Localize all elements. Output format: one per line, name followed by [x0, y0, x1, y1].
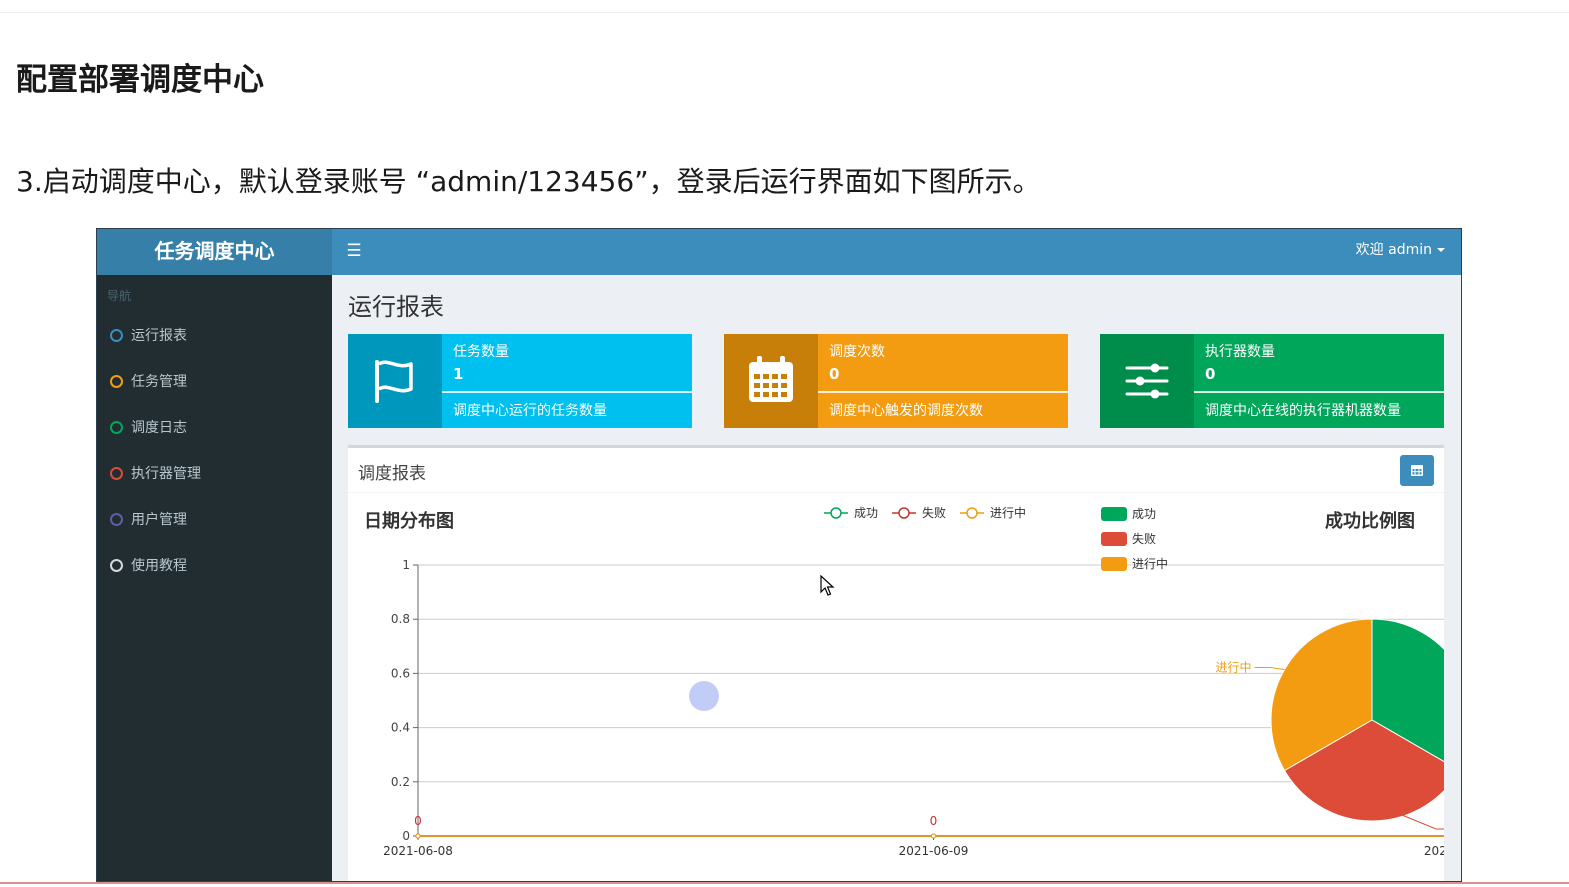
info-box-value: 1: [453, 365, 464, 383]
document-heading: 配置部署调度中心: [16, 62, 264, 98]
pie-label-line: [1401, 814, 1444, 830]
y-tick-label: 0.2: [391, 775, 410, 789]
circle-icon: [110, 329, 123, 342]
pie-legend-label: 进行中: [1132, 556, 1168, 571]
sidebar-item-label: 调度日志: [131, 420, 187, 436]
sidebar-item-dashboard[interactable]: 运行报表: [97, 313, 332, 357]
sidebar-item-label: 任务管理: [131, 374, 187, 390]
info-box-title: 执行器数量: [1205, 344, 1275, 360]
info-box-triggers: 调度次数 0 调度中心触发的调度次数: [724, 334, 1068, 428]
pie-legend-label: 成功: [1132, 507, 1156, 521]
info-box-content: 调度次数 0 调度中心触发的调度次数: [818, 334, 1068, 428]
sidebar-item-jobs[interactable]: 任务管理: [97, 359, 332, 403]
sidebar-item-users[interactable]: 用户管理: [97, 497, 332, 541]
sidebar-item-label: 执行器管理: [131, 466, 201, 482]
sidebar-item-help[interactable]: 使用教程: [97, 543, 332, 587]
sidebar-toggle-icon[interactable]: ☰: [344, 239, 364, 263]
legend-marker: [966, 507, 978, 519]
pie-label-line: [1254, 667, 1285, 670]
circle-icon: [110, 559, 123, 572]
info-box-content: 执行器数量 0 调度中心在线的执行器机器数量: [1194, 334, 1444, 428]
info-box-title: 任务数量: [453, 344, 509, 360]
sidebar-header: 导航: [107, 289, 132, 303]
info-box-executors: 执行器数量 0 调度中心在线的执行器机器数量: [1100, 334, 1444, 428]
info-box-description: 调度中心运行的任务数量: [453, 403, 607, 419]
info-box-content: 任务数量 1 调度中心运行的任务数量: [442, 334, 692, 428]
info-box-divider: [442, 391, 692, 393]
pie-legend-swatch: [1101, 532, 1127, 546]
info-box-value: 0: [829, 365, 840, 383]
legend-label: 失败: [922, 505, 946, 520]
info-box-description: 调度中心在线的执行器机器数量: [1205, 403, 1401, 419]
charts-canvas: 0 0.2 0.4 0.6 0.8 1 2021-06-08 2021-06-09 2021-0…: [383, 505, 1444, 858]
data-point: [415, 833, 421, 839]
top-navbar: 任务调度中心 ☰ 欢迎 admin: [97, 229, 1461, 275]
info-box-divider: [1194, 391, 1444, 393]
legend-marker: [830, 507, 842, 519]
bottom-divider: [0, 882, 1569, 884]
y-tick-label: 0.8: [391, 612, 410, 626]
caret-down-icon: [1437, 248, 1445, 252]
app-window: 任务调度中心 ☰ 欢迎 admin 导航 运行报表 任务管理 调度日志 执行器管…: [96, 228, 1462, 882]
pie-legend-swatch: [1101, 557, 1127, 571]
page-title: 运行报表: [348, 293, 444, 321]
x-tick-label: 2021-06-09: [899, 844, 969, 858]
circle-icon: [110, 467, 123, 480]
sidebar-item-label: 使用教程: [131, 558, 187, 574]
y-tick-label: 0: [402, 829, 410, 843]
main-content: 运行报表 任务数量 1 调度中心运行的任务数量 调度次数 0 调度中心触发的调度…: [332, 275, 1461, 881]
info-box-title: 调度次数: [829, 344, 885, 360]
info-box-icon-area: [348, 334, 442, 428]
circle-icon: [110, 513, 123, 526]
legend-label: 成功: [854, 506, 878, 520]
user-menu-label: 欢迎 admin: [1355, 242, 1432, 258]
y-tick-label: 0.6: [391, 666, 410, 680]
sidebar-item-executors[interactable]: 执行器管理: [97, 451, 332, 495]
info-box-icon-area: [1100, 334, 1194, 428]
sliders-icon: [1125, 363, 1169, 399]
sidebar-item-label: 运行报表: [131, 328, 187, 344]
x-tick-label: 2021-06-08: [383, 844, 453, 858]
info-box-value: 0: [1205, 365, 1216, 383]
y-tick-label: 1: [402, 558, 410, 572]
x-tick-label: 2021-06: [1424, 844, 1444, 858]
circle-icon: [110, 421, 123, 434]
legend-marker: [898, 507, 910, 519]
info-box-divider: [818, 391, 1068, 393]
info-box-icon-area: [724, 334, 818, 428]
data-label: 0: [930, 814, 938, 828]
info-box-description: 调度中心触发的调度次数: [829, 403, 983, 419]
pie-legend-swatch: [1101, 507, 1127, 521]
data-label: 0: [414, 814, 422, 828]
sidebar-item-logs[interactable]: 调度日志: [97, 405, 332, 449]
report-panel: 调度报表 日期分布图 成功比例图 0 0.2 0.4 0.6 0.8 1 2021-06-0…: [348, 445, 1444, 881]
pie-legend-label: 失败: [1132, 531, 1156, 546]
y-tick-label: 0.4: [391, 721, 410, 735]
info-box-jobs: 任务数量 1 调度中心运行的任务数量: [348, 334, 692, 428]
user-menu[interactable]: 欢迎 admin: [1356, 229, 1445, 275]
sidebar-item-label: 用户管理: [131, 512, 187, 528]
circle-icon: [110, 375, 123, 388]
document-instruction: 3.启动调度中心，默认登录账号 “admin/123456”，登录后运行界面如下…: [16, 165, 1041, 198]
brand-logo[interactable]: 任务调度中心: [97, 229, 332, 275]
flag-icon: [375, 360, 413, 403]
click-indicator: [689, 681, 719, 711]
calendar-icon: [749, 356, 793, 402]
sidebar: 导航 运行报表 任务管理 调度日志 执行器管理 用户管理 使用教程: [97, 275, 332, 881]
top-divider: [0, 12, 1569, 13]
legend-label: 进行中: [990, 505, 1026, 520]
data-point: [931, 833, 936, 839]
pie-label: 进行中: [1216, 660, 1252, 675]
mouse-cursor-icon: [820, 575, 835, 596]
